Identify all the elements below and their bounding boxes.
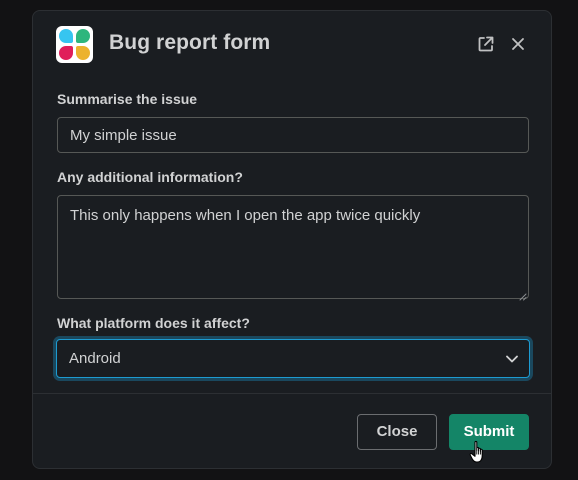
- app-logo: [56, 26, 93, 63]
- platform-selected-value: Android: [69, 350, 121, 367]
- close-button[interactable]: Close: [357, 414, 437, 450]
- resize-grip-icon[interactable]: [518, 288, 527, 301]
- modal-header: Bug report form: [33, 11, 551, 81]
- modal-title: Bug report form: [109, 31, 271, 54]
- submit-button[interactable]: Submit: [449, 414, 529, 450]
- footer-divider: [33, 393, 551, 394]
- details-label: Any additional information?: [57, 169, 243, 185]
- summary-input[interactable]: [57, 117, 529, 153]
- chevron-down-icon: [505, 352, 519, 366]
- close-icon[interactable]: [508, 34, 528, 54]
- bug-report-modal: Bug report form Summarise the issue Any …: [32, 10, 552, 469]
- platform-select[interactable]: Android: [56, 339, 530, 378]
- platform-label: What platform does it affect?: [57, 315, 250, 331]
- external-link-icon[interactable]: [476, 34, 496, 54]
- details-textarea[interactable]: This only happens when I open the app tw…: [57, 195, 529, 299]
- summary-label: Summarise the issue: [57, 91, 198, 107]
